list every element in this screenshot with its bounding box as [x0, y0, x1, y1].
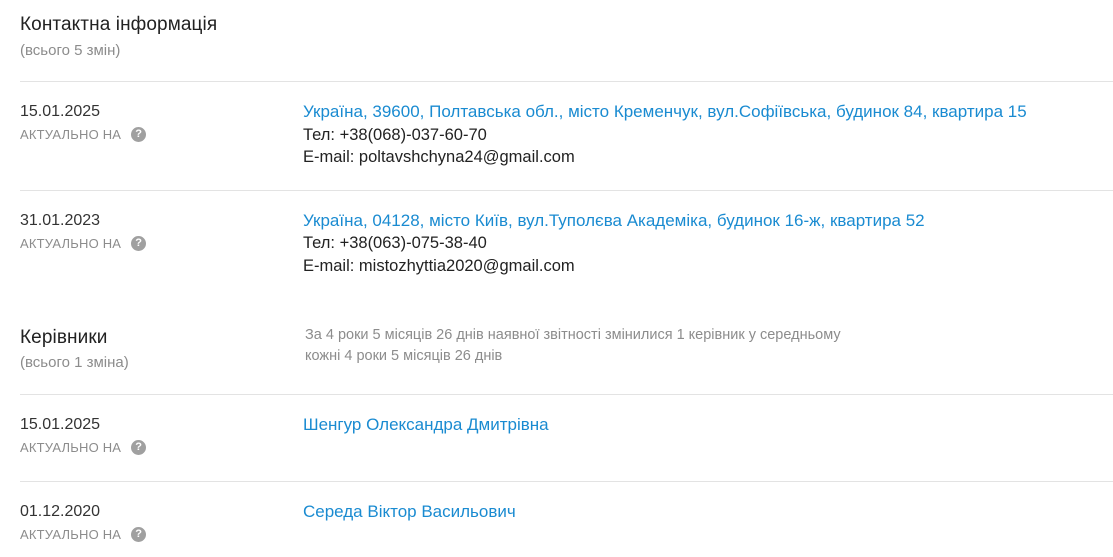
divider: [20, 190, 1113, 191]
contacts-subtitle: (всього 5 змін): [20, 42, 121, 59]
contact-address-link[interactable]: Україна, 04128, місто Київ, вул.Туполєва…: [303, 211, 925, 231]
actual-label-text: АКТУАЛЬНО НА: [20, 127, 122, 142]
contact-email: E-mail: poltavshchyna24@gmail.com: [303, 148, 575, 166]
question-circle-icon[interactable]: ?: [131, 440, 147, 455]
managers-change-note: За 4 роки 5 місяців 26 днів наявної звіт…: [305, 327, 841, 364]
divider: [20, 394, 1113, 395]
actual-label-text: АКТУАЛЬНО НА: [20, 440, 122, 455]
divider: [20, 481, 1113, 482]
actual-label: АКТУАЛЬНО НА ?: [20, 236, 147, 251]
manager-date: 15.01.2025: [20, 416, 101, 433]
question-circle-icon[interactable]: ?: [131, 527, 147, 542]
contacts-title: Контактна інформація: [20, 14, 218, 35]
question-circle-icon[interactable]: ?: [131, 236, 147, 251]
page: Контактна інформація (всього 5 змін) 15.…: [0, 0, 1113, 557]
managers-title: Керівники: [20, 327, 108, 348]
actual-label: АКТУАЛЬНО НА ?: [20, 440, 147, 455]
contact-phone: Тел: +38(068)-037-60-70: [303, 126, 487, 144]
divider: [20, 81, 1113, 82]
managers-subtitle: (всього 1 зміна): [20, 354, 129, 371]
contact-date: 31.01.2023: [20, 212, 101, 229]
question-circle-icon[interactable]: ?: [131, 127, 147, 142]
contact-address-link[interactable]: Україна, 39600, Полтавська обл., місто К…: [303, 102, 1027, 122]
contact-date: 15.01.2025: [20, 103, 101, 120]
contact-phone: Тел: +38(063)-075-38-40: [303, 234, 487, 252]
contact-email: E-mail: mistozhyttia2020@gmail.com: [303, 257, 575, 275]
manager-name-link[interactable]: Шенгур Олександра Дмитрівна: [303, 415, 549, 435]
actual-label-text: АКТУАЛЬНО НА: [20, 527, 122, 542]
actual-label: АКТУАЛЬНО НА ?: [20, 527, 147, 542]
manager-name-link[interactable]: Середа Віктор Васильович: [303, 502, 516, 522]
actual-label: АКТУАЛЬНО НА ?: [20, 127, 147, 142]
actual-label-text: АКТУАЛЬНО НА: [20, 236, 122, 251]
manager-date: 01.12.2020: [20, 503, 101, 520]
